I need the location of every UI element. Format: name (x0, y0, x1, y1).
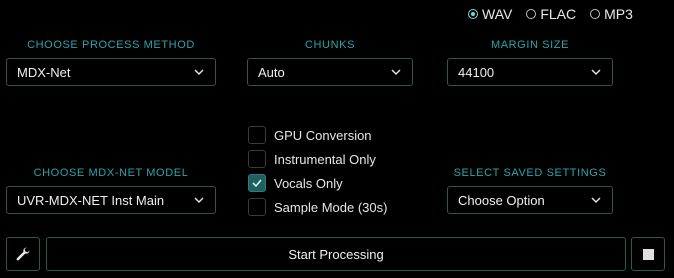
format-label-mp3: MP3 (604, 6, 633, 22)
chevron-down-icon (591, 69, 601, 76)
format-radio-flac[interactable]: FLAC (526, 6, 576, 22)
saved-settings-select[interactable]: Choose Option (447, 186, 613, 214)
mdx-model-label: CHOOSE MDX-NET MODEL (33, 167, 189, 179)
format-label-flac: FLAC (540, 6, 577, 22)
chunks-select[interactable]: Auto (247, 58, 413, 86)
instrumental-only-label: Instrumental Only (274, 151, 376, 167)
saved-settings-value: Choose Option (458, 192, 545, 208)
radio-unselected-icon (526, 9, 537, 19)
instrumental-only-option[interactable]: Instrumental Only (248, 150, 376, 168)
stop-icon (642, 248, 654, 260)
checkbox[interactable] (248, 126, 266, 144)
stop-button[interactable] (631, 237, 665, 271)
margin-size-value: 44100 (458, 64, 495, 80)
gpu-conversion-label: GPU Conversion (274, 127, 372, 143)
sample-mode-label: Sample Mode (30s) (274, 199, 388, 215)
settings-button[interactable] (6, 237, 40, 271)
margin-size-select[interactable]: 44100 (447, 58, 613, 86)
mdx-model-value: UVR-MDX-NET Inst Main (17, 192, 165, 208)
chevron-down-icon (194, 197, 204, 204)
chevron-down-icon (391, 69, 401, 76)
saved-settings-label: SELECT SAVED SETTINGS (453, 167, 607, 179)
process-method-label: CHOOSE PROCESS METHOD (27, 39, 195, 51)
radio-unselected-icon (590, 9, 601, 19)
process-method-select[interactable]: MDX-Net (6, 58, 216, 86)
start-processing-label: Start Processing (288, 246, 384, 262)
format-radio-wav[interactable]: WAV (468, 6, 512, 22)
chevron-down-icon (591, 197, 601, 204)
radio-selected-icon (468, 9, 478, 19)
margin-size-label: MARGIN SIZE (490, 39, 570, 51)
checkbox[interactable] (248, 198, 266, 216)
chunks-value: Auto (258, 64, 285, 80)
process-method-value: MDX-Net (17, 64, 71, 80)
chunks-label: CHUNKS (304, 39, 356, 51)
format-radio-mp3[interactable]: MP3 (590, 6, 633, 22)
vocals-only-label: Vocals Only (274, 175, 343, 191)
checkbox-checked[interactable] (248, 174, 266, 192)
sample-mode-option[interactable]: Sample Mode (30s) (248, 198, 387, 216)
chevron-down-icon (194, 69, 204, 76)
wrench-icon (16, 247, 30, 261)
checkbox[interactable] (248, 150, 266, 168)
gpu-conversion-option[interactable]: GPU Conversion (248, 126, 372, 144)
vocals-only-option[interactable]: Vocals Only (248, 174, 343, 192)
mdx-model-select[interactable]: UVR-MDX-NET Inst Main (6, 186, 216, 214)
output-format-group: WAV FLAC MP3 (468, 6, 633, 22)
checkmark-icon (252, 179, 262, 188)
format-label-wav: WAV (482, 6, 513, 22)
start-processing-button[interactable]: Start Processing (46, 237, 626, 271)
